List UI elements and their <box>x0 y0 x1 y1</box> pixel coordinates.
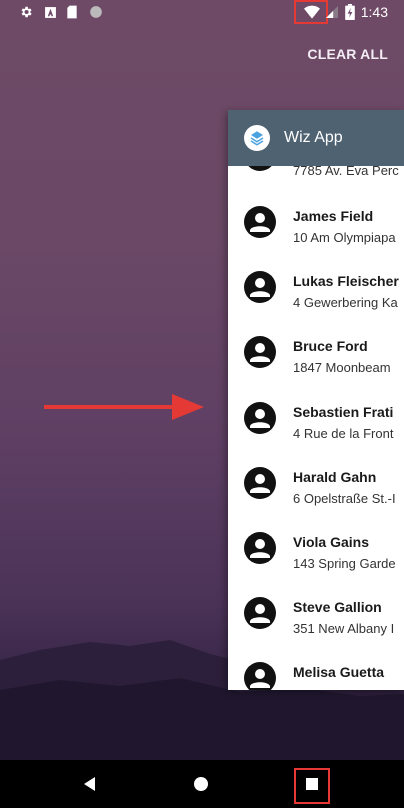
contact-address: 351 New Albany I <box>293 621 395 636</box>
list-item[interactable]: 7785 Av. Eva Perc <box>228 166 404 186</box>
circle-icon <box>88 4 104 20</box>
app-card-header[interactable]: Wiz App <box>228 110 404 166</box>
person-avatar-icon <box>248 166 272 171</box>
contact-name: Sebastien Frati <box>293 404 394 420</box>
status-time: 1:43 <box>360 4 388 20</box>
person-avatar-icon <box>244 206 276 238</box>
contact-list[interactable]: 7785 Av. Eva Perc James Field 10 Am Olym… <box>228 166 404 690</box>
contact-name: Viola Gains <box>293 534 369 550</box>
contact-address: 6 Opelstraße St.-I <box>293 491 396 506</box>
list-item[interactable]: Bruce Ford 1847 Moonbeam <box>228 318 404 383</box>
person-avatar-icon <box>244 402 276 434</box>
back-icon[interactable] <box>80 774 100 794</box>
person-avatar-icon <box>244 662 276 690</box>
list-item[interactable]: Sebastien Frati 4 Rue de la Front <box>228 384 404 449</box>
app-card-wiz-app[interactable]: Wiz App 7785 Av. Eva Perc James Field 10… <box>228 110 404 690</box>
contact-address: 10 Am Olympiapa <box>293 230 396 245</box>
person-avatar-icon <box>244 336 276 368</box>
person-avatar-icon <box>244 271 276 303</box>
navigation-bar <box>0 760 404 808</box>
contact-name: Steve Gallion <box>293 599 382 615</box>
contact-address: 4 Rue de la Front <box>293 426 394 441</box>
list-item[interactable]: Steve Gallion 351 New Albany I <box>228 579 404 644</box>
list-item[interactable]: Harald Gahn 6 Opelstraße St.-I <box>228 449 404 514</box>
list-item[interactable]: Lukas Fleischer 4 Gewerbering Ka <box>228 253 404 318</box>
wifi-highlight-box <box>294 0 328 24</box>
contact-address: 143 Spring Garde <box>293 556 396 571</box>
contact-address: 7785 Av. Eva Perc <box>293 166 399 178</box>
list-item[interactable]: James Field 10 Am Olympiapa <box>228 188 404 253</box>
contact-name: Melisa Guetta <box>293 664 385 680</box>
contact-name: Lukas Fleischer <box>293 273 399 289</box>
contact-name: James Field <box>293 208 374 224</box>
home-icon[interactable] <box>191 774 211 794</box>
app-card-title: Wiz App <box>284 129 343 146</box>
list-item[interactable]: Melisa Guetta <box>228 644 404 690</box>
contact-name: Bruce Ford <box>293 338 368 354</box>
person-avatar-icon <box>244 597 276 629</box>
person-avatar-icon <box>244 532 276 564</box>
wiz-app-icon <box>244 125 270 151</box>
a-icon <box>42 4 58 20</box>
annotation-arrow <box>44 394 204 420</box>
battery-icon <box>342 4 358 20</box>
contact-name: Harald Gahn <box>293 469 377 485</box>
signal-icon <box>324 4 340 20</box>
sd-card-icon <box>64 4 80 20</box>
contact-address: 4 Gewerbering Ka <box>293 295 398 310</box>
list-item[interactable]: Viola Gains 143 Spring Garde <box>228 514 404 579</box>
recents-highlight-box <box>294 768 330 804</box>
gear-icon <box>18 4 34 20</box>
status-bar: 1:43 <box>0 0 404 24</box>
contact-address: 1847 Moonbeam <box>293 360 391 375</box>
clear-all-button[interactable]: CLEAR ALL <box>307 46 388 62</box>
person-avatar-icon <box>244 467 276 499</box>
